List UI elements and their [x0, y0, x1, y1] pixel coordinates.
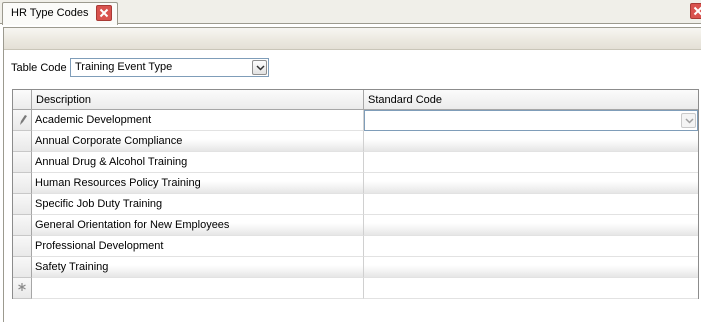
- standard-code-cell[interactable]: [364, 152, 698, 173]
- row-selector[interactable]: [13, 110, 32, 131]
- standard-code-cell[interactable]: [364, 131, 698, 152]
- column-header-standard-code[interactable]: Standard Code: [364, 90, 698, 110]
- description-cell[interactable]: Annual Drug & Alcohol Training: [32, 152, 364, 173]
- description-cell[interactable]: Specific Job Duty Training: [32, 194, 364, 215]
- chevron-down-icon[interactable]: [681, 113, 696, 128]
- row-selector[interactable]: [13, 152, 32, 173]
- asterisk-icon: [18, 283, 26, 291]
- content-panel: Table Code Training Event Type Descripti…: [3, 27, 701, 322]
- tab-strip: HR Type Codes: [0, 0, 701, 25]
- table-code-value: Training Event Type: [75, 61, 173, 73]
- row-selector[interactable]: [13, 173, 32, 194]
- column-header-description[interactable]: Description: [32, 90, 364, 110]
- row-selector[interactable]: [13, 215, 32, 236]
- row-selector-header: [13, 90, 32, 110]
- description-cell[interactable]: Academic Development: [32, 110, 364, 131]
- tab-hr-type-codes[interactable]: HR Type Codes: [2, 2, 118, 25]
- table-row[interactable]: Annual Drug & Alcohol Training: [13, 152, 698, 173]
- table-code-select[interactable]: Training Event Type: [70, 58, 269, 77]
- description-cell[interactable]: [32, 278, 364, 299]
- pencil-icon: [20, 115, 27, 125]
- standard-code-select[interactable]: [364, 110, 698, 131]
- standard-code-cell[interactable]: [364, 236, 698, 257]
- chevron-down-icon[interactable]: [252, 60, 267, 75]
- description-cell[interactable]: Professional Development: [32, 236, 364, 257]
- description-cell[interactable]: Safety Training: [32, 257, 364, 278]
- row-selector[interactable]: [13, 236, 32, 257]
- table-row[interactable]: Annual Corporate Compliance: [13, 131, 698, 152]
- tab-title: HR Type Codes: [11, 7, 89, 19]
- table-code-label: Table Code: [11, 62, 67, 74]
- table-row[interactable]: Academic Development: [13, 110, 698, 131]
- description-cell[interactable]: Annual Corporate Compliance: [32, 131, 364, 152]
- row-selector[interactable]: [13, 131, 32, 152]
- description-cell[interactable]: General Orientation for New Employees: [32, 215, 364, 236]
- table-row[interactable]: Safety Training: [13, 257, 698, 278]
- window-close-icon[interactable]: [690, 3, 701, 19]
- description-cell[interactable]: Human Resources Policy Training: [32, 173, 364, 194]
- standard-code-cell[interactable]: [364, 278, 698, 299]
- table-row[interactable]: Specific Job Duty Training: [13, 194, 698, 215]
- standard-code-cell[interactable]: [364, 173, 698, 194]
- standard-code-cell[interactable]: [364, 194, 698, 215]
- row-selector[interactable]: [13, 257, 32, 278]
- table-row[interactable]: General Orientation for New Employees: [13, 215, 698, 236]
- close-icon[interactable]: [96, 5, 112, 21]
- hr-type-codes-window: HR Type Codes Table Code Training Event …: [0, 0, 701, 322]
- grid-header: Description Standard Code: [13, 90, 698, 110]
- new-row[interactable]: [13, 278, 698, 299]
- row-selector[interactable]: [13, 194, 32, 215]
- table-row[interactable]: Human Resources Policy Training: [13, 173, 698, 194]
- table-row[interactable]: Professional Development: [13, 236, 698, 257]
- standard-code-cell[interactable]: [364, 257, 698, 278]
- row-selector[interactable]: [13, 278, 32, 299]
- type-codes-grid: Description Standard Code Academic Devel…: [12, 89, 699, 299]
- toolbar: [4, 28, 701, 50]
- standard-code-cell[interactable]: [364, 215, 698, 236]
